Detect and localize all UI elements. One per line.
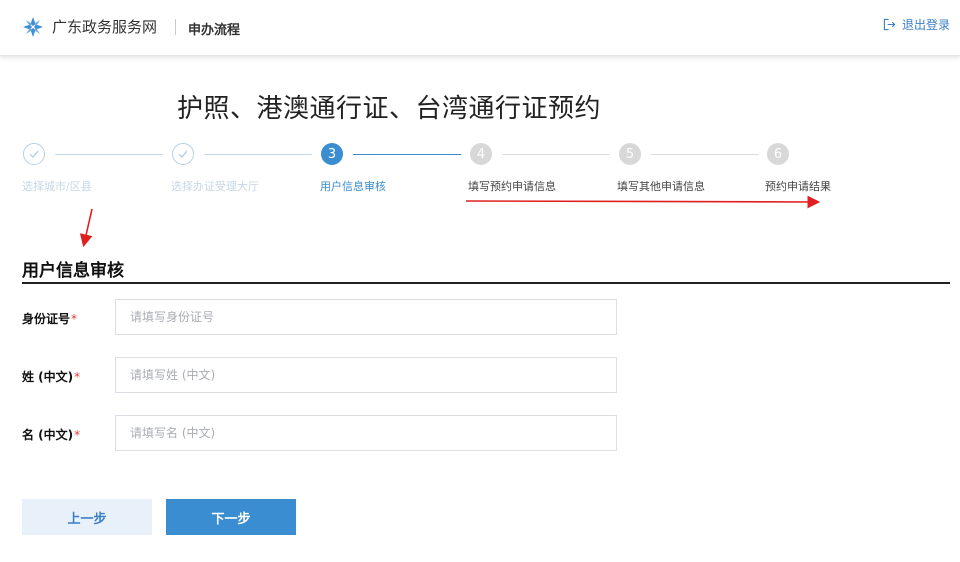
step-5-label: 填写其他申请信息 xyxy=(617,180,705,193)
logout-icon xyxy=(883,18,896,31)
step-6-number: 6 xyxy=(767,143,789,165)
annotation-arrow-right xyxy=(465,195,821,209)
prev-step-button[interactable]: 上一步 xyxy=(22,499,152,535)
surname-input[interactable] xyxy=(115,357,617,393)
section-title: 用户信息审核 xyxy=(22,261,124,281)
header-divider xyxy=(175,19,176,35)
process-title: 申办流程 xyxy=(188,23,241,38)
surname-row: 姓 (中文)* xyxy=(22,357,622,395)
surname-label: 姓 (中文)* xyxy=(22,370,81,384)
given-name-row: 名 (中文)* xyxy=(22,415,622,453)
step-connector xyxy=(651,154,759,155)
step-1-check-icon xyxy=(23,143,45,165)
given-name-label: 名 (中文)* xyxy=(22,428,81,442)
next-step-button[interactable]: 下一步 xyxy=(166,499,296,535)
step-connector xyxy=(502,154,610,155)
logout-label: 退出登录 xyxy=(901,18,950,32)
guangdong-flower-icon[interactable] xyxy=(21,15,45,39)
step-2-label: 选择办证受理大厅 xyxy=(171,180,259,193)
step-3-label: 用户信息审核 xyxy=(320,180,386,193)
annotation-overlay xyxy=(79,195,821,248)
step-1-label: 选择城市/区县 xyxy=(22,180,92,193)
step-3-number: 3 xyxy=(321,143,343,165)
id-number-row: 身份证号* xyxy=(22,299,622,337)
step-4-number: 4 xyxy=(470,143,492,165)
given-name-input[interactable] xyxy=(115,415,617,451)
step-connector xyxy=(55,154,163,155)
id-number-label: 身份证号* xyxy=(22,312,78,326)
step-2-check-icon xyxy=(172,143,194,165)
section-divider xyxy=(22,282,950,284)
logout-link[interactable]: 退出登录 xyxy=(883,16,950,33)
step-6-label: 预约申请结果 xyxy=(765,180,831,193)
step-indicator: 选择城市/区县 选择办证受理大厅 3 用户信息审核 4 填写预约申请信息 5 填… xyxy=(0,140,960,200)
annotation-arrow-down xyxy=(79,208,93,248)
step-connector xyxy=(204,154,312,155)
step-5-number: 5 xyxy=(619,143,641,165)
id-number-input[interactable] xyxy=(115,299,617,335)
step-connector xyxy=(353,154,461,155)
top-header: 广东政务服务网 申办流程 退出登录 xyxy=(0,0,960,56)
page-title: 护照、港澳通行证、台湾通行证预约 xyxy=(177,94,602,124)
step-4-label: 填写预约申请信息 xyxy=(468,180,556,193)
site-name[interactable]: 广东政务服务网 xyxy=(52,16,157,37)
